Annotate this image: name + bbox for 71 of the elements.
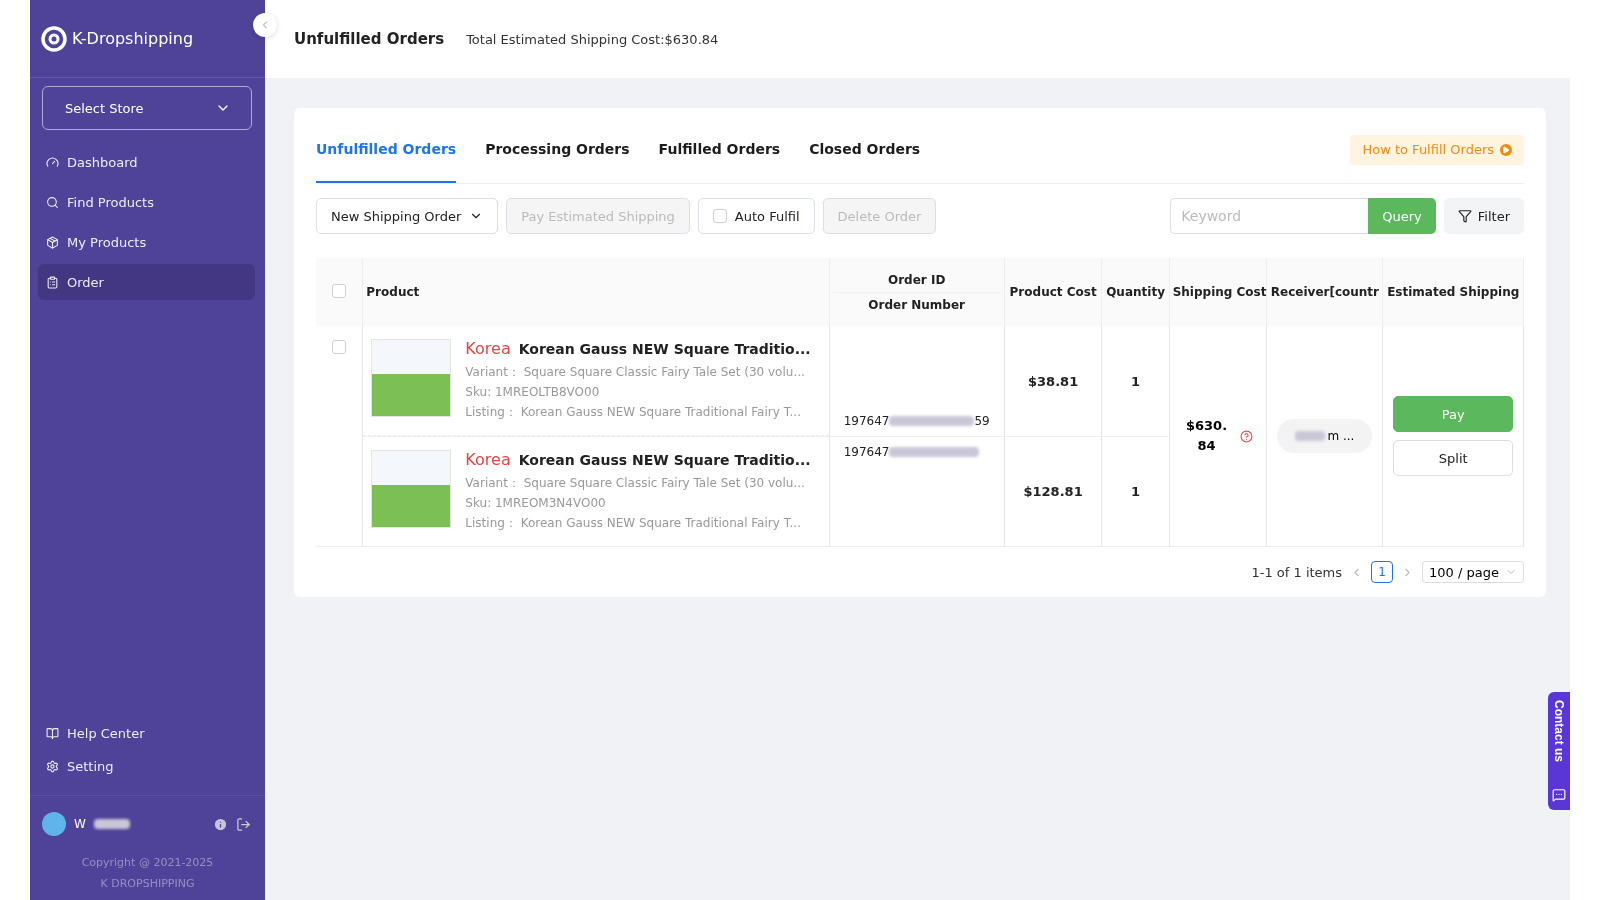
copyright-text: K DROPSHIPPING	[99, 876, 196, 892]
play-icon	[1500, 143, 1512, 156]
nav-item[interactable]: Dashboard	[38, 144, 255, 180]
select-all-checkbox[interactable]	[332, 283, 347, 298]
chat-icon	[1552, 788, 1566, 802]
column-header: Order ID	[832, 267, 1001, 293]
logout-icon[interactable]	[236, 816, 251, 832]
book-icon	[46, 727, 59, 740]
info-icon[interactable]	[213, 816, 228, 832]
nav-item[interactable]: Order	[38, 264, 255, 300]
receiver-text: m ...	[1327, 429, 1355, 443]
column-header: Order Number	[867, 296, 966, 314]
product-cost: $38.81	[1028, 373, 1079, 389]
copyright-text: Copyright @ 2021-2025	[80, 855, 215, 871]
search-icon	[46, 195, 59, 209]
redacted-blur	[1295, 431, 1326, 441]
page-title: Unfulfilled Orders	[294, 30, 445, 48]
clipboard-icon	[46, 275, 59, 289]
avatar	[42, 812, 66, 836]
product-title: Korean Gauss NEW Square Traditio...	[518, 341, 811, 357]
shipping-cost: $630.84	[1184, 417, 1229, 455]
column-header: Product	[366, 284, 421, 301]
tab[interactable]: Closed Orders	[809, 116, 921, 183]
product-cost: $128.81	[1023, 484, 1083, 499]
logo-text: K-Dropshipping	[72, 29, 194, 48]
tab[interactable]: Unfulfilled Orders	[316, 116, 457, 183]
shipping-cost-summary: Total Estimated Shipping Cost:$630.84	[466, 31, 719, 47]
column-header: Quantity	[1105, 284, 1166, 301]
quantity: 1	[1131, 373, 1141, 389]
tab[interactable]: Processing Orders	[485, 116, 630, 183]
listing-text: Listing： Korean Gauss NEW Square Traditional Fairy T...	[465, 404, 802, 421]
sku-text: Sku: 1MREOLTB8VO00	[465, 384, 601, 401]
keyword-input[interactable]: Keyword	[1170, 198, 1369, 234]
country-label: Korea	[465, 450, 511, 469]
order-number: 197647	[843, 414, 890, 428]
logo-icon	[40, 24, 68, 53]
filter-icon	[1457, 209, 1472, 223]
user-name: W	[74, 817, 86, 831]
column-header: Receiver[countr	[1270, 284, 1380, 301]
column-header: Estimated Shipping	[1386, 284, 1520, 301]
auto-fulfil-checkbox[interactable]: Auto Fulfil	[697, 198, 815, 234]
order-number: 59	[974, 414, 990, 428]
variant-text: Variant： Square Square Classic Fairy Tale Set (30 volu...	[465, 364, 806, 381]
page-number[interactable]: 1	[1371, 561, 1394, 583]
row-checkbox[interactable]	[332, 340, 347, 354]
new-shipping-order-dropdown[interactable]: New Shipping Order	[316, 198, 499, 234]
tab[interactable]: Fulfilled Orders	[658, 116, 781, 183]
redacted-blur	[93, 819, 130, 829]
page-size-select[interactable]: 100 / page	[1422, 561, 1524, 583]
pagination-range: 1-1 of 1 items	[1251, 564, 1343, 580]
variant-text: Variant： Square Square Classic Fairy Tale Set (30 volu...	[465, 475, 806, 492]
sku-text: Sku: 1MREOM3N4VO00	[465, 495, 607, 512]
box-icon	[46, 235, 59, 249]
split-button[interactable]: Split	[1393, 440, 1514, 476]
help-icon[interactable]	[1239, 429, 1253, 443]
store-select[interactable]: Select Store	[42, 86, 252, 130]
listing-text: Listing： Korean Gauss NEW Square Traditional Fairy T...	[465, 515, 802, 532]
settings-icon	[46, 760, 59, 773]
contact-us-button[interactable]: Contact us	[1548, 692, 1570, 810]
gauge-icon	[46, 155, 59, 169]
quantity: 1	[1131, 484, 1141, 499]
order-number: 197647	[843, 445, 890, 459]
product-title: Korean Gauss NEW Square Traditio...	[518, 452, 811, 468]
column-header: Product Cost	[1008, 284, 1098, 301]
nav-item[interactable]: My Products	[38, 224, 255, 260]
collapse-button[interactable]	[253, 13, 277, 37]
nav-item[interactable]: Help Center	[38, 719, 255, 748]
nav-item[interactable]: Setting	[38, 752, 255, 781]
country-label: Korea	[465, 339, 511, 358]
nav-item[interactable]: Find Products	[38, 184, 255, 220]
filter-button[interactable]: Filter	[1443, 198, 1524, 234]
